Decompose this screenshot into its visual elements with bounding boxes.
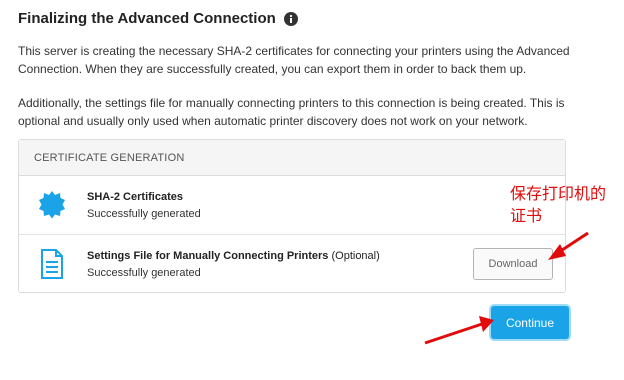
page-title: Finalizing the Advanced Connection bbox=[18, 10, 298, 27]
settings-file-status: Successfully generated bbox=[87, 267, 201, 279]
settings-file-title: Settings File for Manually Connecting Pr… bbox=[87, 250, 380, 262]
arrow-to-continue bbox=[424, 316, 494, 345]
download-button[interactable]: Download bbox=[473, 248, 553, 280]
certificate-title: SHA-2 Certificates bbox=[87, 191, 183, 203]
page-title-text: Finalizing the Advanced Connection bbox=[18, 10, 276, 27]
document-icon bbox=[41, 249, 63, 279]
optional-label: (Optional) bbox=[328, 250, 380, 262]
settings-file-row: Settings File for Manually Connecting Pr… bbox=[19, 234, 565, 292]
certificate-status: Successfully generated bbox=[87, 208, 201, 220]
info-circle-icon[interactable] bbox=[283, 11, 298, 26]
continue-button[interactable]: Continue bbox=[491, 306, 569, 339]
certificate-row: SHA-2 Certificates Successfully generate… bbox=[19, 176, 565, 234]
annotation-note: 保存打印机的证书 bbox=[510, 184, 607, 225]
settings-file-title-text: Settings File for Manually Connecting Pr… bbox=[87, 250, 329, 262]
intro-paragraph-settings-file: Additionally, the settings file for manu… bbox=[18, 96, 565, 128]
certificate-badge-icon bbox=[39, 191, 65, 219]
card-header: CERTIFICATE GENERATION bbox=[19, 140, 565, 176]
certificate-generation-card: CERTIFICATE GENERATION SHA-2 Certificate… bbox=[18, 139, 566, 293]
intro-paragraph-certificates: This server is creating the necessary SH… bbox=[18, 44, 570, 76]
